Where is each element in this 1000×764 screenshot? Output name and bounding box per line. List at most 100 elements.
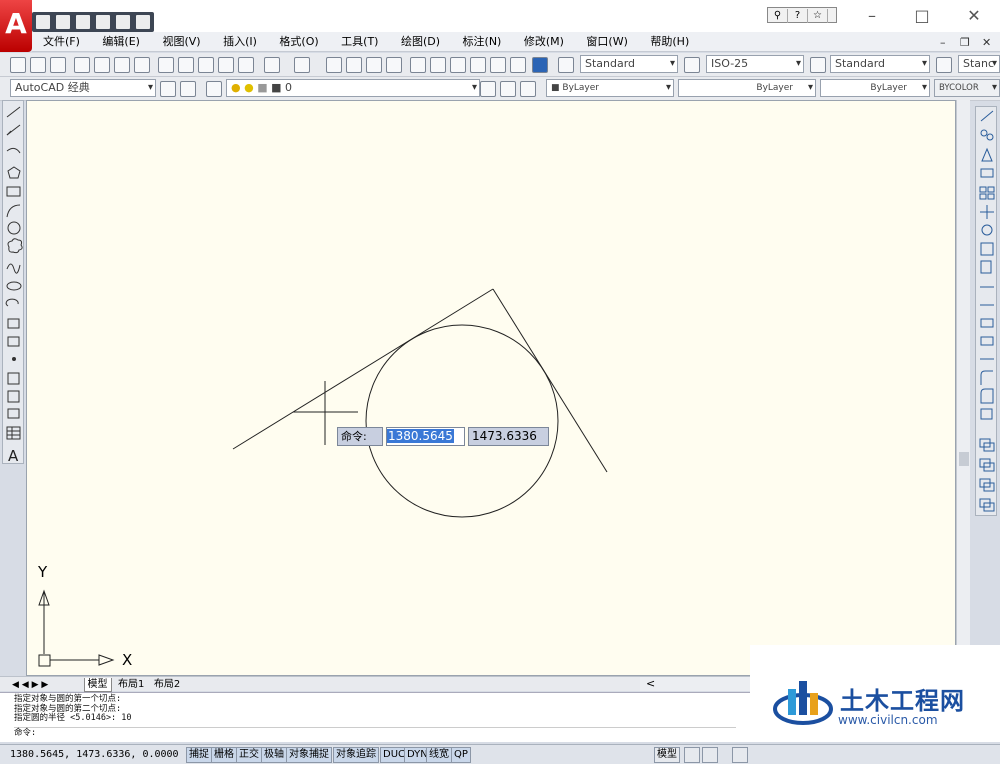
lineweight-toggle[interactable]: 线宽 [426,747,452,763]
vertical-scrollbar[interactable] [956,100,970,676]
command-prompt[interactable]: 命令: [14,726,736,739]
command-history-line: 指定圆的半径 <5.0146>: 10 [14,713,132,723]
scroll-left-icon[interactable]: < [646,677,655,690]
menu-window[interactable]: 窗口(W) [575,32,635,52]
new-icon[interactable] [36,15,50,29]
layer-states-icon[interactable] [520,81,536,97]
layer-select[interactable]: ● ● ■ ■ 0 [226,79,480,97]
text-style-select[interactable]: Standard [580,55,678,73]
menu-tools[interactable]: 工具(T) [330,32,386,52]
pan-icon[interactable] [326,57,342,73]
table-style-select[interactable]: Standard [830,55,930,73]
qp-toggle[interactable]: QP [451,747,471,763]
otrack-toggle[interactable]: 对象追踪 [333,747,379,763]
star-icon[interactable]: ☆ [808,9,828,23]
dynamic-input-x[interactable]: 1380.5645 [386,427,465,446]
annotation-scale-icon[interactable] [732,747,748,763]
snap-toggle[interactable]: 捕捉 [186,747,212,763]
draw-toolbar: A [2,100,25,465]
dim-style-select[interactable]: ISO-25 [706,55,804,73]
layer-manager-icon[interactable] [206,81,222,97]
info-icon[interactable]: ? [788,9,808,23]
workspace-settings-icon[interactable] [160,81,176,97]
menu-file[interactable]: 文件(F) [32,32,88,52]
ortho-toggle[interactable]: 正交 [236,747,262,763]
3d-dwf-icon[interactable] [134,57,150,73]
calculator-icon[interactable] [510,57,526,73]
menu-dimension[interactable]: 标注(N) [452,32,510,52]
menu-insert[interactable]: 插入(I) [212,32,265,52]
menu-view[interactable]: 视图(V) [151,32,208,52]
dim-style-icon[interactable] [684,57,700,73]
undo-icon[interactable] [116,15,130,29]
cut-icon[interactable] [158,57,174,73]
match-properties-icon[interactable] [238,57,254,73]
tab-nav-arrows-icon[interactable]: ◀ ◀ ▶ ▶ [0,680,80,690]
copy-icon[interactable] [178,57,194,73]
design-center-icon[interactable] [430,57,446,73]
dynamic-input-y[interactable]: 1473.6336 [468,427,549,446]
menu-modify[interactable]: 修改(M) [513,32,572,52]
layout-icon[interactable] [684,747,700,763]
undo-icon[interactable] [264,57,280,73]
make-current-layer-icon[interactable] [480,81,496,97]
workspace-save-icon[interactable] [180,81,196,97]
color-select[interactable]: ■ ByLayer [546,79,674,97]
save-icon[interactable] [76,15,90,29]
autocad-logo[interactable]: A [0,0,32,52]
lineweight-select[interactable]: ByLayer [820,79,930,97]
multileader-style-icon[interactable] [936,57,952,73]
close-button[interactable]: ✕ [952,4,996,28]
modify-tools-icons[interactable] [976,107,998,517]
layer-previous-icon[interactable] [500,81,516,97]
redo-icon[interactable] [294,57,310,73]
new-icon[interactable] [10,57,26,73]
text-style-icon[interactable] [558,57,574,73]
sheet-set-icon[interactable] [470,57,486,73]
workspace-select[interactable]: AutoCAD 经典 [10,79,156,97]
search-icon[interactable]: ⚲ [768,9,788,23]
properties-icon[interactable] [410,57,426,73]
help-icon[interactable] [532,57,548,73]
zoom-realtime-icon[interactable] [346,57,362,73]
command-window[interactable]: 指定对象与圆的第一个切点: 指定对象与圆的第二个切点: 指定圆的半径 <5.01… [0,692,750,742]
drawing-canvas[interactable] [26,100,956,676]
coordinate-readout: 1380.5645, 1473.6336, 0.0000 [10,749,179,760]
open-icon[interactable] [56,15,70,29]
tab-model[interactable]: 模型 [83,678,112,692]
redo-icon[interactable] [136,15,150,29]
doc-minimize-icon[interactable]: – [940,36,946,49]
plot-icon[interactable] [74,57,90,73]
menu-draw[interactable]: 绘图(D) [390,32,448,52]
menu-format[interactable]: 格式(O) [268,32,326,52]
save-icon[interactable] [50,57,66,73]
tool-palettes-icon[interactable] [450,57,466,73]
minimize-button[interactable]: – [850,4,894,28]
osnap-toggle[interactable]: 对象捕捉 [286,747,332,763]
linetype-select[interactable]: ByLayer [678,79,816,97]
multileader-style-select[interactable]: Stanc [958,55,1000,73]
tab-layout1[interactable]: 布局1 [115,678,147,691]
doc-close-icon[interactable]: ✕ [982,36,991,49]
markup-icon[interactable] [490,57,506,73]
draw-tools-icons[interactable]: A [3,101,25,465]
paste-block-icon[interactable] [218,57,234,73]
paste-icon[interactable] [198,57,214,73]
scroll-thumb[interactable] [959,452,969,466]
grid-toggle[interactable]: 栅格 [211,747,237,763]
doc-restore-icon[interactable]: ❐ [960,36,970,49]
open-icon[interactable] [30,57,46,73]
maximize-button[interactable]: □ [900,4,944,28]
publish-icon[interactable] [114,57,130,73]
table-style-icon[interactable] [810,57,826,73]
zoom-window-icon[interactable] [366,57,382,73]
menu-edit[interactable]: 编辑(E) [91,32,148,52]
tab-layout2[interactable]: 布局2 [151,678,183,691]
print-icon[interactable] [96,15,110,29]
polar-toggle[interactable]: 极轴 [261,747,287,763]
zoom-previous-icon[interactable] [386,57,402,73]
quick-view-icon[interactable] [702,747,718,763]
model-space-toggle[interactable]: 模型 [654,747,680,763]
preview-icon[interactable] [94,57,110,73]
menu-help[interactable]: 帮助(H) [639,32,697,52]
